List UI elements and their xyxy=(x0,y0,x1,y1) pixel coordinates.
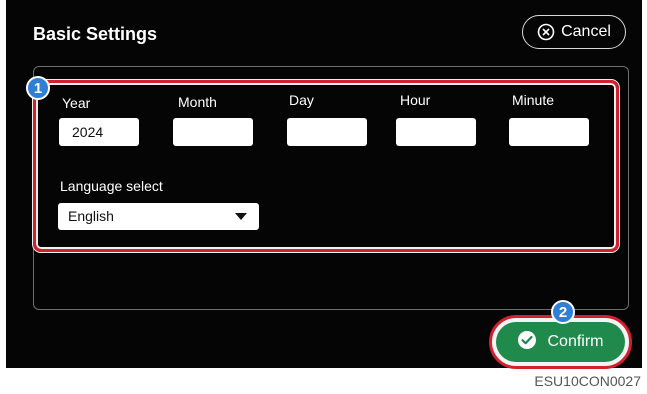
month-input[interactable] xyxy=(173,118,253,146)
language-select-label: Language select xyxy=(60,178,163,194)
circle-check-icon xyxy=(517,330,537,355)
month-label: Month xyxy=(178,94,217,110)
figure-code: ESU10CON0027 xyxy=(534,373,641,389)
language-select[interactable]: English xyxy=(58,203,259,230)
hour-input[interactable] xyxy=(396,118,476,146)
callout-2: 2 xyxy=(551,300,575,324)
triangle-down-icon xyxy=(235,213,247,220)
year-input[interactable]: 2024 xyxy=(59,118,139,146)
circle-x-icon xyxy=(537,23,555,41)
day-label: Day xyxy=(289,92,314,108)
language-selected-value: English xyxy=(68,208,114,224)
year-label: Year xyxy=(62,95,91,111)
minute-label: Minute xyxy=(512,92,555,108)
minute-input[interactable] xyxy=(509,118,589,146)
cancel-label: Cancel xyxy=(561,23,611,40)
dialog-title: Basic Settings xyxy=(33,24,158,44)
hour-label: Hour xyxy=(400,92,431,108)
callout-1: 1 xyxy=(26,76,50,100)
day-input[interactable] xyxy=(287,118,367,146)
confirm-button[interactable]: Confirm xyxy=(496,322,625,362)
confirm-label: Confirm xyxy=(547,333,604,350)
cancel-button[interactable]: Cancel xyxy=(522,15,626,49)
